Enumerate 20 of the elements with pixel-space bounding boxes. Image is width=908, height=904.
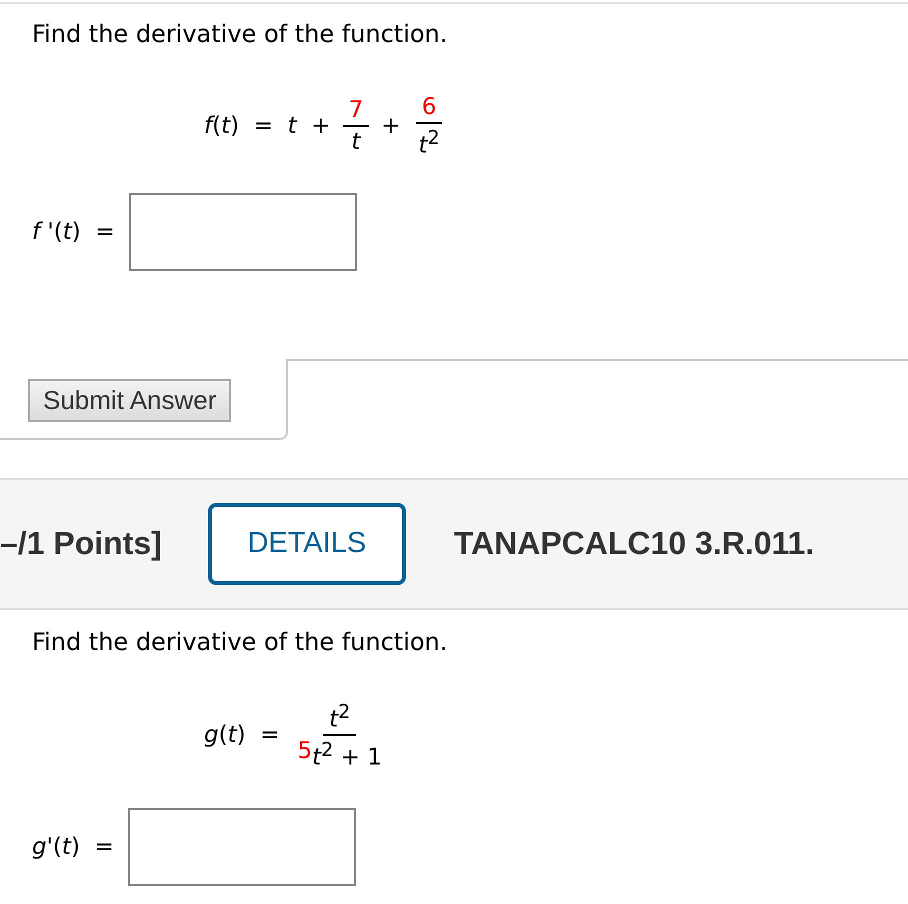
problem-id: TANAPCALC10 3.R.011. — [454, 525, 814, 562]
math-term: 7 — [348, 97, 364, 124]
answer-field[interactable] — [128, 808, 356, 886]
math-term: t$^{2}$ — [329, 700, 350, 732]
math-expression: + — [381, 113, 400, 140]
answer-label: f '(t) = — [32, 218, 115, 245]
math-term: t$^{2}$ + 1 — [312, 738, 382, 771]
answer-field[interactable] — [128, 192, 357, 271]
submit-button[interactable]: Submit Answer — [28, 378, 232, 422]
math-term: 5 — [298, 738, 312, 766]
math-term: 6 — [422, 94, 436, 120]
question-prompt: Find the derivative of the function. — [32, 628, 448, 656]
math-term: t$^{2}$ — [418, 126, 440, 159]
math-expression: f(t) = t + — [204, 113, 331, 140]
math-term: t — [351, 129, 360, 156]
points-label: –/1 Points] — [0, 525, 162, 562]
details-button[interactable]: DETAILS — [208, 502, 406, 585]
question-prompt: Find the derivative of the function. — [32, 20, 448, 48]
answer-label: g'(t) = — [32, 834, 114, 860]
math-expression: g(t) = — [204, 722, 280, 748]
